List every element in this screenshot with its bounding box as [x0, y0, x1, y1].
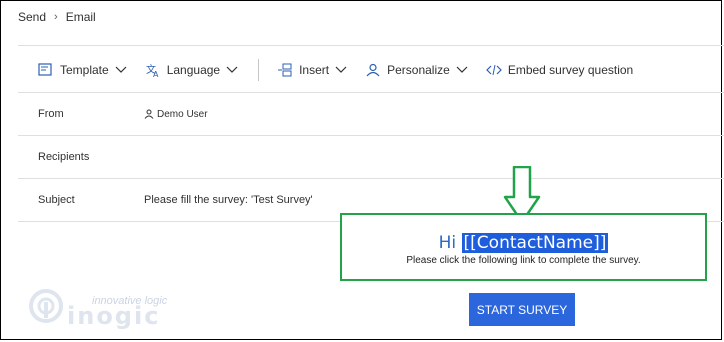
survey-message: Please click the following link to compl… [406, 255, 641, 266]
from-value[interactable]: Demo User [144, 109, 208, 120]
code-icon [485, 64, 502, 76]
toolbar-separator [258, 59, 260, 81]
watermark-wordmark: inogic [67, 302, 161, 330]
template-label: Template [60, 63, 109, 77]
insert-label: Insert [299, 63, 330, 77]
personalize-label: Personalize [387, 63, 450, 77]
chevron-down-icon [335, 66, 347, 73]
language-label: Language [166, 63, 221, 77]
greeting-line: Hi [[ContactName]] [342, 233, 705, 253]
header-divider [18, 45, 724, 46]
person-icon [366, 63, 380, 77]
template-button[interactable]: Template [38, 63, 127, 77]
greeting-text: Hi [438, 233, 457, 253]
language-icon: 文A [146, 63, 159, 78]
insert-button[interactable]: Insert [277, 63, 347, 77]
email-body-highlight: Hi [[ContactName]] Please click the foll… [340, 213, 707, 281]
chevron-right-icon: › [54, 11, 58, 23]
breadcrumb: Send › Email [18, 10, 96, 24]
toolbar: Template 文A Language Insert Personalize … [38, 59, 651, 81]
insert-icon [278, 63, 292, 77]
template-icon [38, 63, 52, 76]
recipients-row[interactable]: Recipients [18, 135, 724, 178]
recipients-label: Recipients [38, 151, 90, 163]
chevron-down-icon [115, 66, 127, 73]
embed-survey-question-button[interactable]: Embed survey question [485, 63, 634, 77]
contact-name-placeholder[interactable]: [[ContactName]] [461, 233, 609, 253]
email-header-form: From Demo User Recipients Subject Please… [18, 92, 724, 222]
breadcrumb-send[interactable]: Send [18, 10, 46, 24]
language-button[interactable]: 文A Language [145, 62, 238, 78]
subject-value[interactable]: Please fill the survey: 'Test Survey' [144, 194, 313, 206]
personalize-button[interactable]: Personalize [365, 63, 468, 77]
svg-text:A: A [153, 70, 159, 78]
subject-label: Subject [38, 194, 75, 206]
from-user-name: Demo User [157, 108, 208, 120]
inogic-watermark-logo: innovative logic inogic [26, 284, 186, 330]
start-survey-button[interactable]: START SURVEY [469, 293, 575, 326]
logo-mark-icon [29, 289, 63, 323]
breadcrumb-email: Email [65, 10, 96, 24]
from-label: From [38, 108, 64, 120]
chevron-down-icon [456, 66, 468, 73]
embed-label: Embed survey question [507, 63, 634, 77]
from-row[interactable]: From Demo User [18, 92, 724, 135]
person-icon [144, 109, 154, 119]
chevron-down-icon [226, 66, 238, 73]
